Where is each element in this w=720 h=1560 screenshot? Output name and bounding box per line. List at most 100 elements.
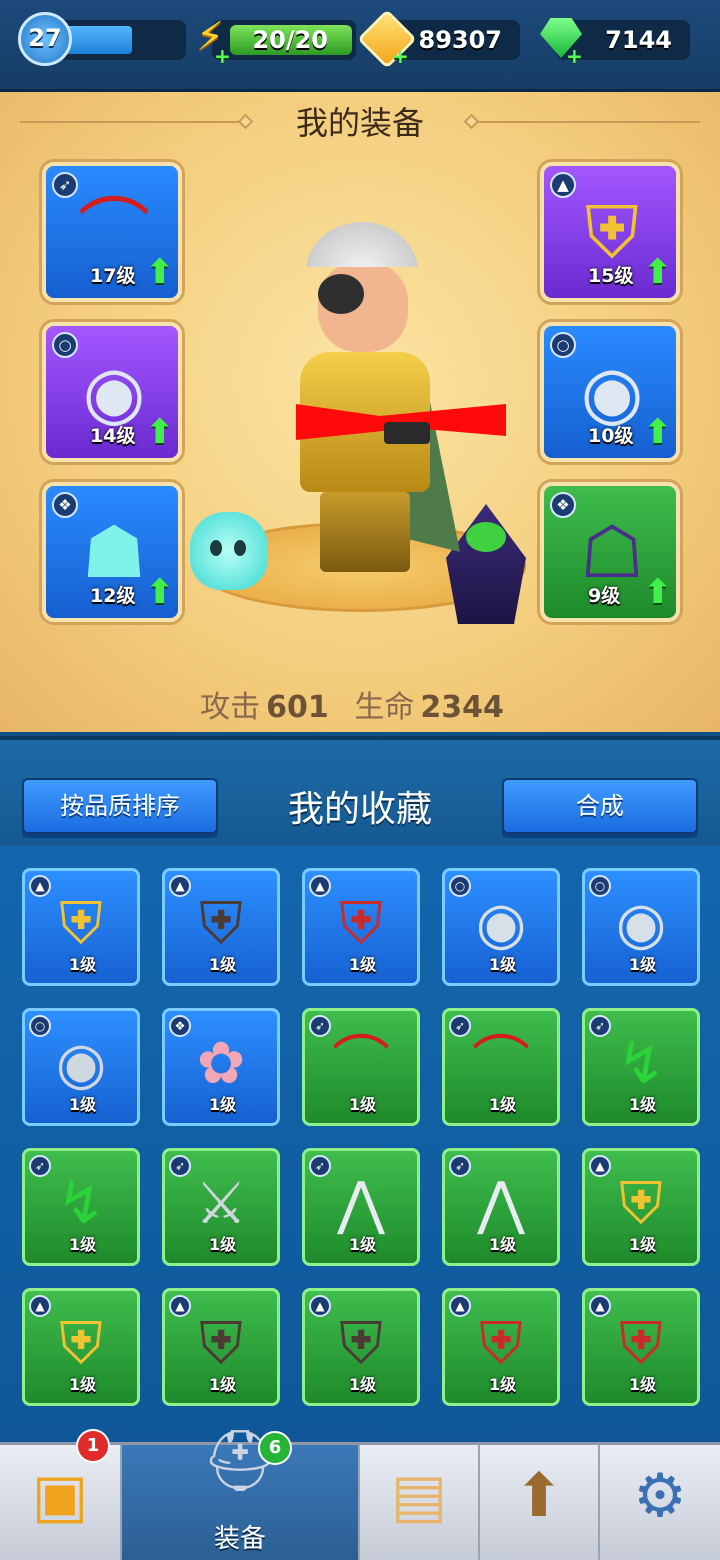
collection-item[interactable]: ➶ ⌒ 1级 (442, 1008, 560, 1126)
item-level: 1级 (489, 1375, 517, 1394)
pet-eye (210, 540, 222, 556)
item-level: 1级 (69, 1375, 97, 1394)
add-energy-icon[interactable]: + (214, 44, 231, 68)
item-level: 1级 (349, 1375, 377, 1394)
collection-header: 按品质排序 我的收藏 合成 (0, 736, 720, 846)
nav-chest[interactable]: ▣ 1 (0, 1429, 122, 1560)
collection-item[interactable]: ➶ ⌒ 1级 (302, 1008, 420, 1126)
collection-item[interactable]: ○ ◉ 1级 (22, 1008, 140, 1126)
item-level: 1级 (349, 1095, 377, 1114)
treasure-chest-icon: ▣ (31, 1461, 89, 1531)
item-level: 1级 (209, 955, 237, 974)
energy-bar[interactable]: 20/20 (212, 20, 356, 60)
equipment-helmet-icon: ⛑ (201, 1426, 279, 1496)
hero-legs (320, 492, 410, 572)
hero-stats: 攻击 601 生命 2344 (0, 682, 720, 726)
hp-label: 生命 (354, 690, 415, 725)
item-level: 1级 (349, 1235, 377, 1254)
nav-map[interactable]: ▤ (360, 1445, 480, 1560)
equip-slot-armor[interactable]: ▲ ⛨ 15级 ⬆ (540, 162, 680, 302)
item-level: 1级 (349, 955, 377, 974)
upgrade-arrow-icon: ⬆ (643, 412, 673, 452)
collection-item[interactable]: ▲ ⛨ 1级 (582, 1148, 700, 1266)
add-gem-icon[interactable]: + (566, 44, 583, 68)
equipment-badge: 6 (258, 1431, 292, 1465)
item-level: 1级 (629, 1235, 657, 1254)
treasure-map-icon: ▤ (390, 1461, 448, 1531)
item-level: 1级 (629, 955, 657, 974)
equipment-nav-label: 装备 (213, 1524, 266, 1554)
equip-slot-pet-2[interactable]: ❖ ☖ 9级 ⬆ (540, 482, 680, 622)
slot-level: 17级 (90, 265, 136, 287)
collection-item[interactable]: ➶ ⚔ 1级 (162, 1148, 280, 1266)
collection-item[interactable]: ▲ ⛨ 1级 (162, 1288, 280, 1406)
attack-label: 攻击 (200, 690, 261, 725)
item-level: 1级 (629, 1375, 657, 1394)
upgrade-arrow-icon: ⬆ (145, 572, 175, 612)
collection-grid[interactable]: ▲ ⛨ 1级 ▲ ⛨ 1级 ▲ ⛨ 1级 ○ ◉ 1级 ○ ◉ 1级 ○ ◉ 1级 ❖ ✿ 1级 ➶ ⌒ 1级 ➶ ⌒ 1级 ➶ ↯ 1级… (0, 846, 720, 1442)
collection-item[interactable]: ▲ ⛨ 1级 (582, 1288, 700, 1406)
nav-settings[interactable]: ⚙ (600, 1445, 720, 1560)
sort-by-quality-button[interactable]: 按品质排序 (22, 778, 218, 834)
equip-slot-ring-2[interactable]: ○ ◉ 10级 ⬆ (540, 322, 680, 462)
item-level: 1级 (629, 1095, 657, 1114)
item-level: 1级 (209, 1095, 237, 1114)
collection-item[interactable]: ➶ ⋀ 1级 (302, 1148, 420, 1266)
collection-item[interactable]: ▲ ⛨ 1级 (442, 1288, 560, 1406)
energy-value: 20/20 (252, 26, 328, 54)
eyepatch (318, 274, 364, 314)
item-level: 1级 (489, 955, 517, 974)
upgrade-arrow-icon: ⬆ (513, 1461, 565, 1531)
hero-hand (384, 422, 430, 444)
equip-slot-weapon[interactable]: ➶ ⌒ 17级 ⬆ (42, 162, 182, 302)
item-level: 1级 (489, 1095, 517, 1114)
gold-value: 89307 (418, 26, 503, 54)
gem-value: 7144 (605, 26, 672, 54)
upgrade-arrow-icon: ⬆ (643, 252, 673, 292)
resource-bar: 27 20/20 ⚡ + 89307 + 7144 + (0, 0, 720, 92)
item-level: 1级 (489, 1235, 517, 1254)
collection-title: 我的收藏 (287, 789, 432, 830)
bottom-navigation: ▣ 1 ⛑ 6 装备 ▤ ⬆ ⚙ (0, 1426, 720, 1560)
collection-item[interactable]: ➶ ⋀ 1级 (442, 1148, 560, 1266)
upgrade-arrow-icon: ⬆ (145, 252, 175, 292)
collection-item[interactable]: ○ ◉ 1级 (582, 868, 700, 986)
hero-character[interactable] (300, 222, 460, 582)
nav-upgrade[interactable]: ⬆ (480, 1445, 600, 1560)
upgrade-arrow-icon: ⬆ (145, 412, 175, 452)
equipment-title: 我的装备 (295, 104, 424, 142)
slot-level: 15级 (588, 265, 634, 287)
nav-equipment[interactable]: ⛑ 6 装备 (122, 1426, 360, 1560)
chest-badge: 1 (76, 1429, 110, 1463)
collection-item[interactable]: ▲ ⛨ 1级 (302, 1288, 420, 1406)
item-level: 1级 (69, 1235, 97, 1254)
collection-item[interactable]: ❖ ✿ 1级 (162, 1008, 280, 1126)
equip-slot-pet[interactable]: ❖ ☗ 12级 ⬆ (42, 482, 182, 622)
merge-button[interactable]: 合成 (502, 778, 698, 834)
collection-item[interactable]: ➶ ↯ 1级 (22, 1148, 140, 1266)
player-level-badge[interactable]: 27 (18, 12, 72, 66)
add-gold-icon[interactable]: + (392, 44, 409, 68)
equipment-panel: 我的装备 ➶ ⌒ 17级 ⬆ ○ ◉ 14级 ⬆ ❖ ☗ 12级 ⬆ ▲ ⛨ 1… (0, 92, 720, 732)
upgrade-arrow-icon: ⬆ (643, 572, 673, 612)
pet-eye (234, 540, 246, 556)
collection-item[interactable]: ➶ ↯ 1级 (582, 1008, 700, 1126)
ghost-pet-figure (190, 512, 268, 590)
item-level: 1级 (69, 1095, 97, 1114)
item-level: 1级 (69, 955, 97, 974)
hp-value: 2344 (420, 690, 504, 725)
reaper-face (466, 522, 506, 552)
item-level: 1级 (209, 1235, 237, 1254)
collection-item[interactable]: ▲ ⛨ 1级 (22, 1288, 140, 1406)
settings-gear-icon: ⚙ (633, 1461, 687, 1531)
item-level: 1级 (209, 1375, 237, 1394)
slot-level: 14级 (90, 425, 136, 447)
collection-item[interactable]: ○ ◉ 1级 (442, 868, 560, 986)
equip-slot-ring[interactable]: ○ ◉ 14级 ⬆ (42, 322, 182, 462)
collection-item[interactable]: ▲ ⛨ 1级 (162, 868, 280, 986)
slot-level: 12级 (90, 585, 136, 607)
collection-item[interactable]: ▲ ⛨ 1级 (22, 868, 140, 986)
slot-level: 9级 (588, 585, 621, 607)
attack-value: 601 (266, 690, 329, 725)
collection-item[interactable]: ▲ ⛨ 1级 (302, 868, 420, 986)
